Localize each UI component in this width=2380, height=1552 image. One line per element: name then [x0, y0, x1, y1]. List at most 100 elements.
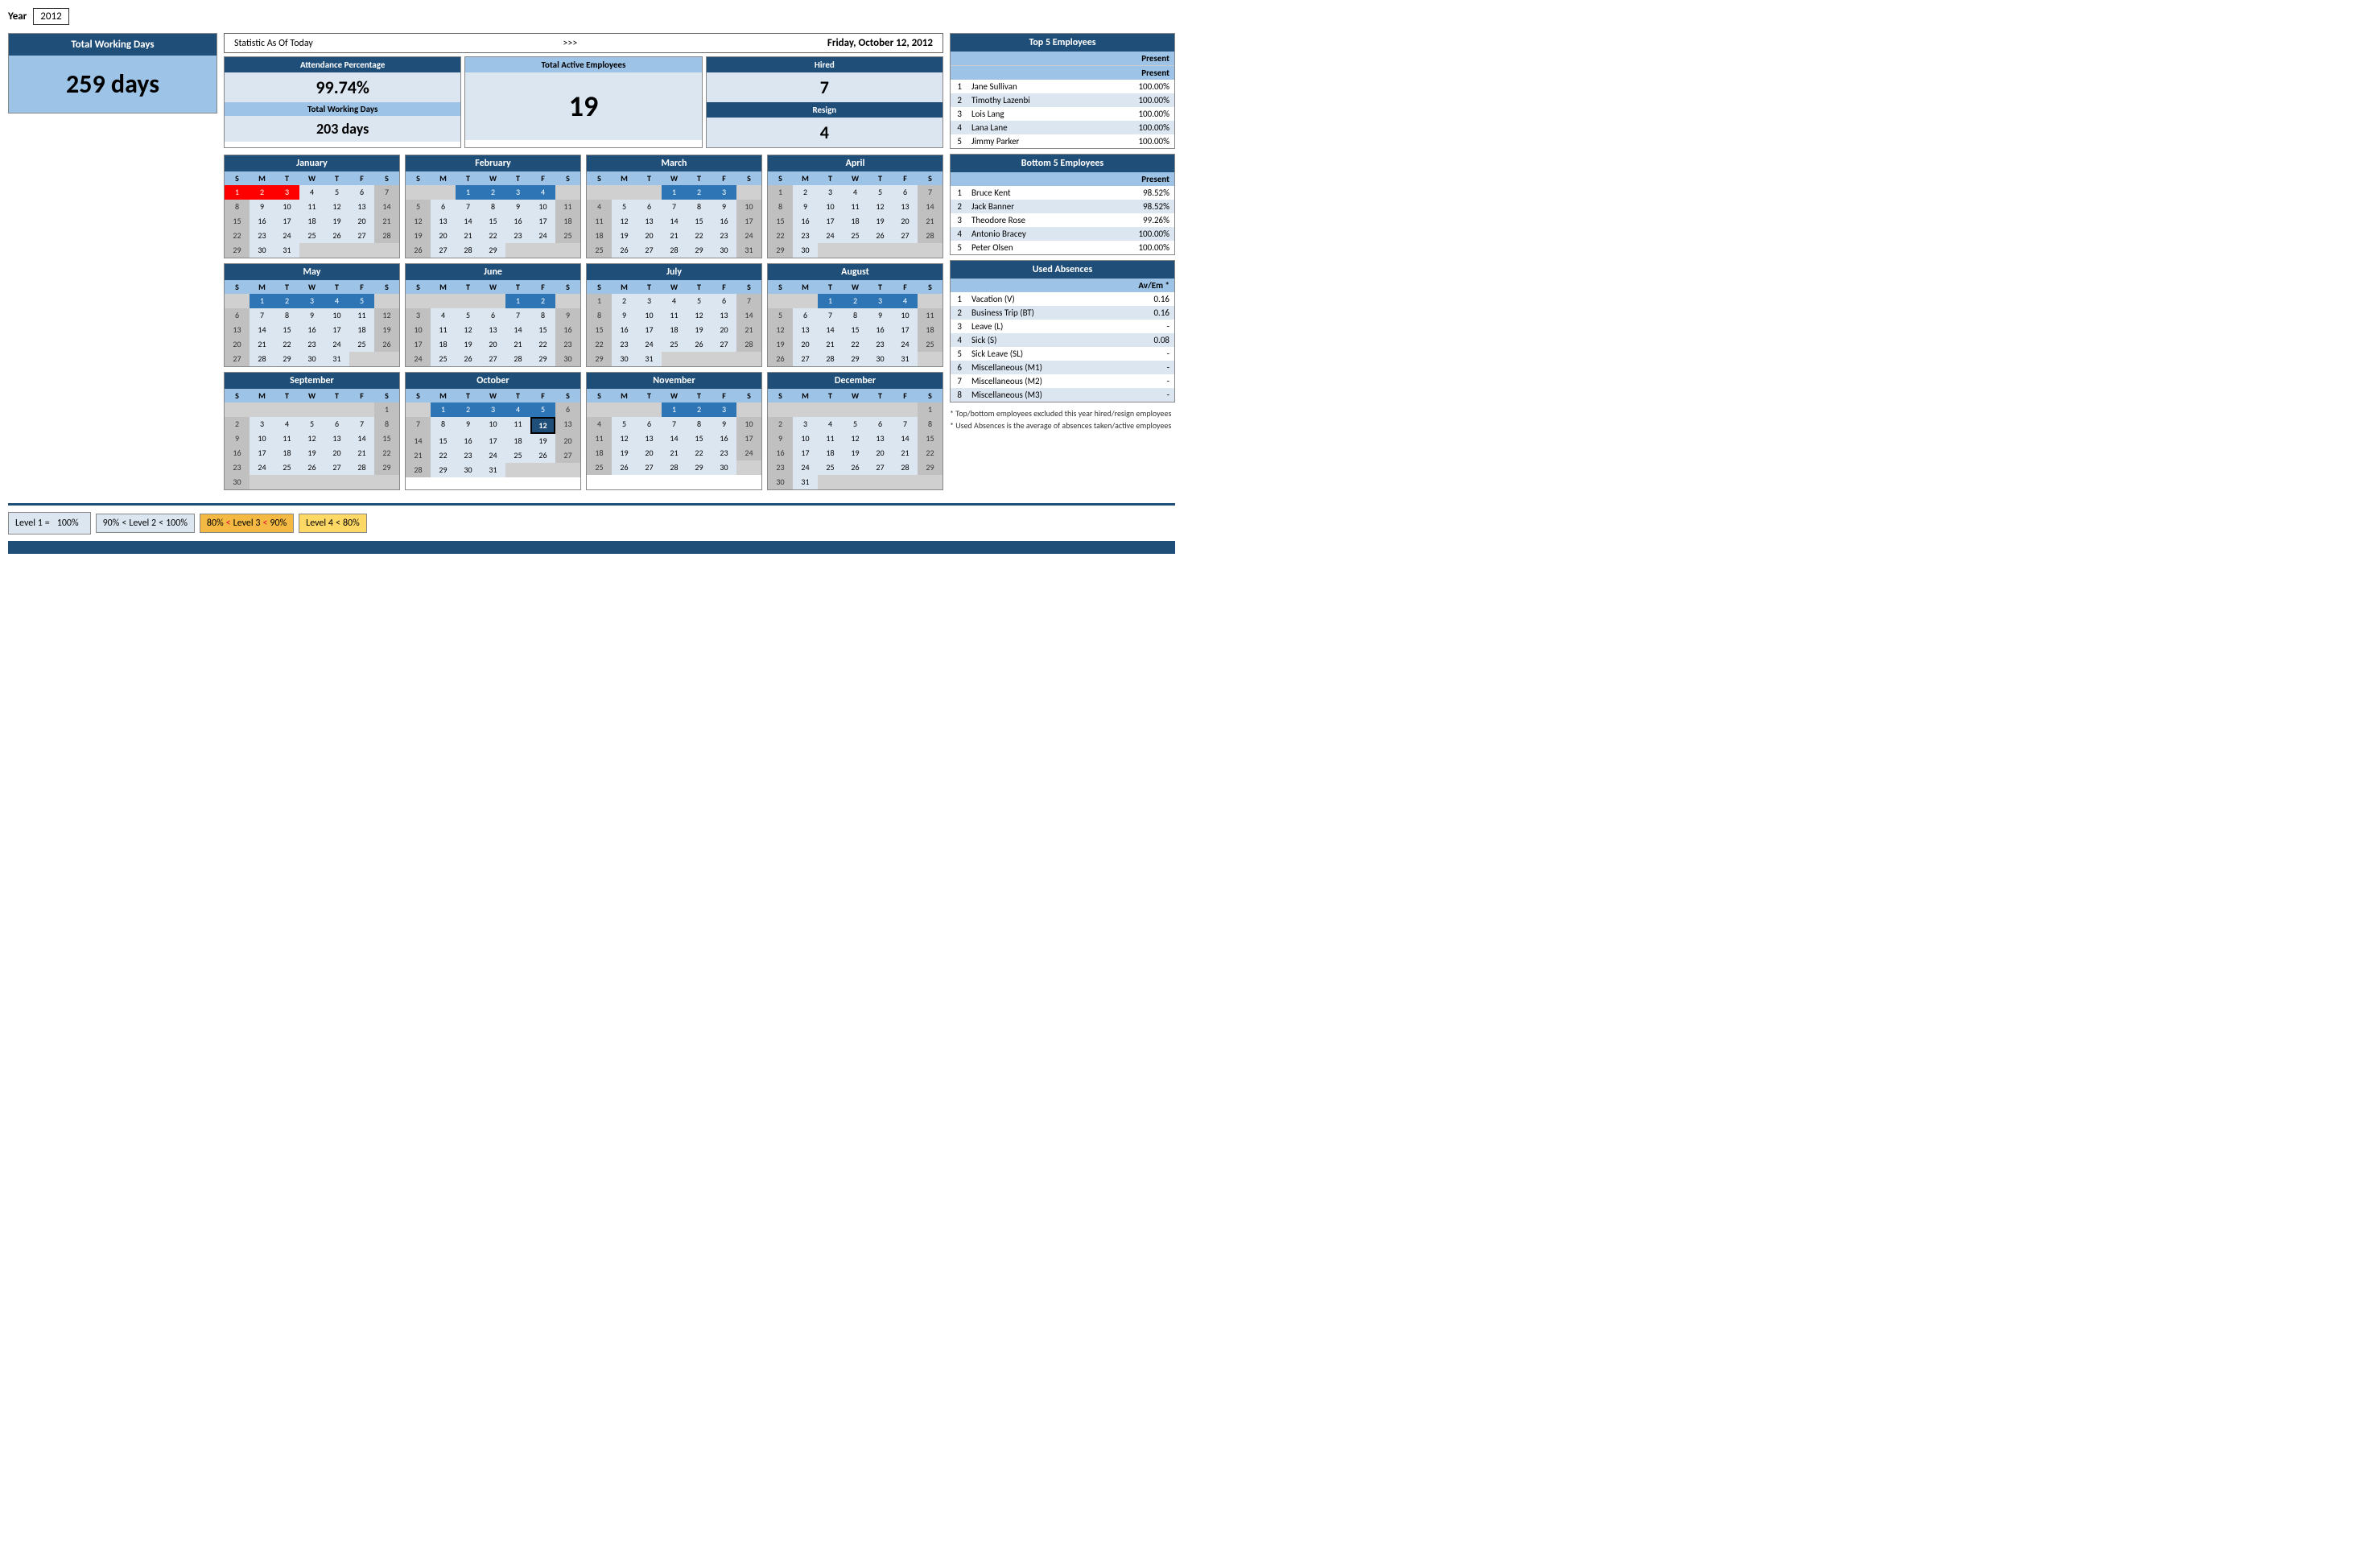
calendar-day: 22: [481, 229, 505, 243]
calendar-day: 2: [225, 417, 250, 431]
calendar-day: 15: [843, 323, 868, 337]
calendar-day: 28: [505, 352, 530, 366]
level4-right: 80%: [343, 518, 360, 529]
calendar-day: [893, 243, 918, 258]
calendar-day: 3: [868, 294, 893, 308]
day-label: S: [736, 389, 761, 402]
calendar-day: 15: [768, 214, 793, 229]
calendar-day: 6: [225, 308, 250, 323]
day-label: W: [662, 280, 687, 294]
calendar-day: 23: [768, 460, 793, 475]
calendar-day: [555, 243, 580, 258]
calendar-day: 5: [299, 417, 324, 431]
attendance-value: 99.74%: [225, 72, 460, 102]
calendar-day: 19: [868, 214, 893, 229]
day-label: M: [612, 280, 637, 294]
calendar-day: 21: [818, 337, 843, 352]
calendar-day: 19: [843, 446, 868, 460]
calendar-day: 14: [505, 323, 530, 337]
calendar-day: [250, 402, 274, 417]
calendar-day: 26: [687, 337, 712, 352]
active-employees-box: Total Active Employees 19: [464, 56, 702, 148]
calendar-day: 27: [893, 229, 918, 243]
calendar-day: 29: [374, 460, 399, 475]
calendar-day: 14: [349, 431, 374, 446]
calendar-day: 14: [374, 200, 399, 214]
calendar-day: 26: [768, 352, 793, 366]
calendar-day: 23: [299, 337, 324, 352]
calendar-day: [918, 352, 943, 366]
calendar-day: 4: [843, 185, 868, 200]
calendar-day: 5: [687, 294, 712, 308]
calendar-day: 7: [406, 417, 431, 434]
calendar-day: 29: [687, 460, 712, 475]
calendar-day: 5: [612, 200, 637, 214]
calendar-day: [712, 352, 736, 366]
calendar-day: 29: [530, 352, 555, 366]
calendar-day: 3: [406, 308, 431, 323]
bottom5-title: Bottom 5 Employees: [951, 155, 1174, 172]
day-label: T: [505, 280, 530, 294]
day-label: S: [406, 280, 431, 294]
calendar-day: 20: [349, 214, 374, 229]
calendar-day: 13: [349, 200, 374, 214]
day-label: S: [736, 171, 761, 185]
calendar-day: 15: [225, 214, 250, 229]
calendar-day: 26: [324, 229, 349, 243]
calendar-day: 26: [456, 352, 481, 366]
day-label: M: [250, 280, 274, 294]
calendar-day: 24: [530, 229, 555, 243]
day-label: T: [687, 280, 712, 294]
calendar-day: 23: [505, 229, 530, 243]
calendar-day: 3: [250, 417, 274, 431]
calendar-day: 4: [587, 200, 612, 214]
calendar-april: AprilSMTWTFS1234567891011121314151617181…: [767, 155, 943, 258]
calendar-day: 7: [374, 185, 399, 200]
calendar-day: 15: [530, 323, 555, 337]
calendar-day: 22: [687, 446, 712, 460]
calendar-day: 16: [768, 446, 793, 460]
total-working-days-value: 259 days: [9, 56, 217, 113]
calendar-day: [768, 402, 793, 417]
calendar-day: 9: [250, 200, 274, 214]
calendar-day: 10: [736, 417, 761, 431]
calendar-day: 30: [250, 243, 274, 258]
calendar-day: [374, 294, 399, 308]
calendar-day: 7: [818, 308, 843, 323]
calendar-day: 6: [893, 185, 918, 200]
notes: * Top/bottom employees excluded this yea…: [950, 407, 1175, 431]
calendar-february: FebruarySMTWTFS1234567891011121314151617…: [405, 155, 581, 258]
calendar-day: 10: [274, 200, 299, 214]
year-value[interactable]: 2012: [33, 8, 68, 25]
calendar-day: 15: [274, 323, 299, 337]
day-label: T: [324, 171, 349, 185]
calendar-day: 24: [736, 446, 761, 460]
calendar-day: 9: [793, 200, 818, 214]
calendar-day: 4: [662, 294, 687, 308]
calendar-day: [818, 243, 843, 258]
calendar-day: 30: [299, 352, 324, 366]
day-label: S: [555, 171, 580, 185]
calendar-day: 18: [555, 214, 580, 229]
calendar-header-may: May: [225, 264, 399, 280]
calendar-day: 22: [918, 446, 943, 460]
calendar-day: 2: [250, 185, 274, 200]
day-label: M: [793, 171, 818, 185]
day-label: T: [637, 171, 662, 185]
calendar-day: 21: [662, 229, 687, 243]
calendar-day: 13: [481, 323, 505, 337]
calendar-day: 15: [587, 323, 612, 337]
calendar-row-2: SeptemberSMTWTFS123456789101112131415161…: [224, 372, 943, 490]
calendar-day: 10: [250, 431, 274, 446]
calendar-day: 22: [843, 337, 868, 352]
calendar-day: [893, 475, 918, 489]
day-label: S: [374, 280, 399, 294]
calendar-day: 10: [324, 308, 349, 323]
day-label: M: [431, 171, 456, 185]
calendar-day: 8: [481, 200, 505, 214]
calendar-day: [324, 475, 349, 489]
calendar-day: 5: [530, 402, 555, 417]
calendar-day: 17: [250, 446, 274, 460]
calendar-day: 20: [431, 229, 456, 243]
calendar-day: 5: [456, 308, 481, 323]
